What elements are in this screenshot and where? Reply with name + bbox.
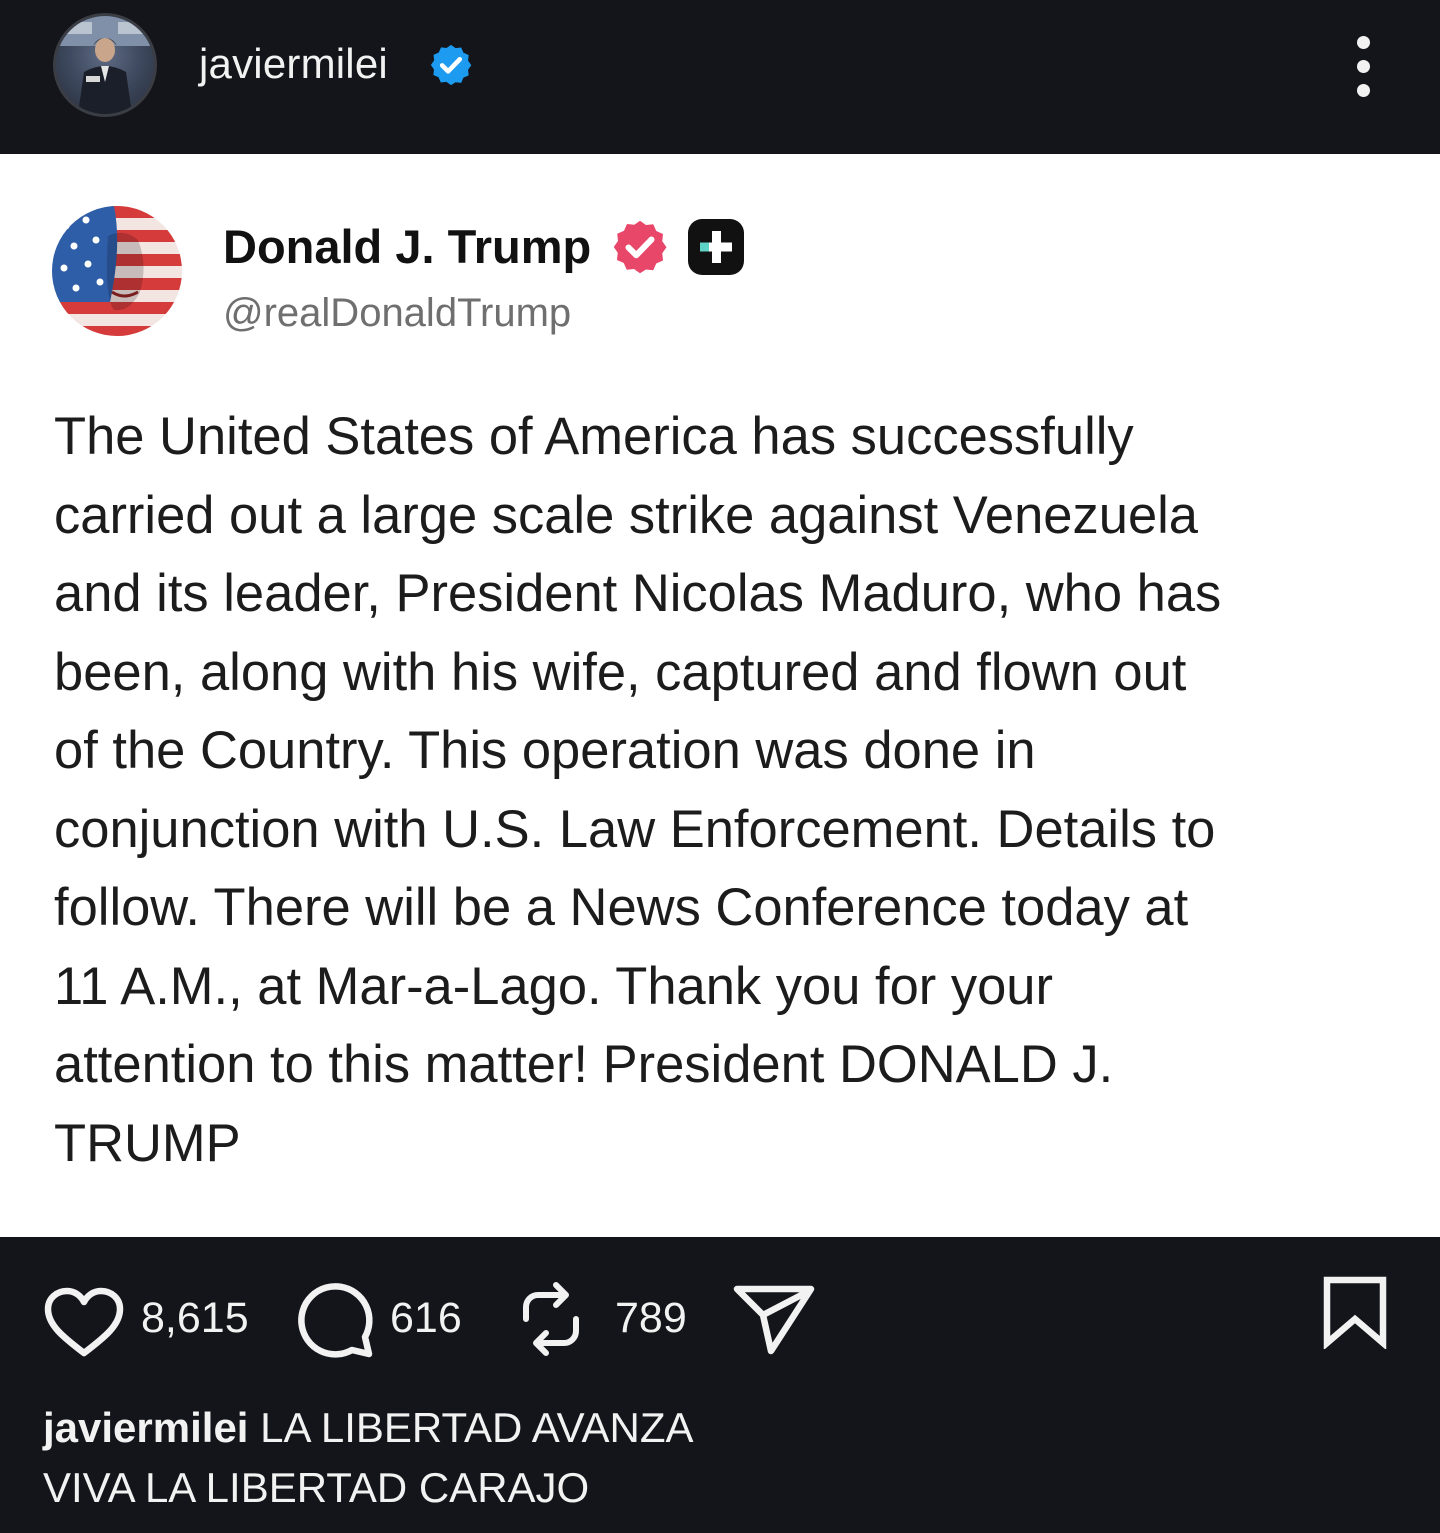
post-text-line: follow. There will be a News Conference … <box>54 878 1189 937</box>
more-vertical-icon <box>1356 36 1370 49</box>
caption: javiermilei LA LIBERTAD AVANZA VIVA LA L… <box>43 1398 694 1518</box>
post-text-line: been, along with his wife, captured and … <box>54 642 1187 702</box>
caption-username[interactable]: javiermilei <box>43 1404 248 1451</box>
like-count[interactable]: 8,615 <box>141 1293 249 1343</box>
comment-icon[interactable] <box>295 1280 375 1360</box>
more-dot <box>1356 84 1370 97</box>
verified-badge-icon <box>430 44 472 86</box>
avatar[interactable] <box>53 13 157 117</box>
post-text-line: of the Country. This operation was done … <box>54 721 1036 780</box>
header-username[interactable]: javiermilei <box>199 38 388 90</box>
post-text-line: and its leader, President Nicolas Maduro… <box>54 564 1222 623</box>
verified-badge-icon <box>613 220 667 274</box>
repost-icon[interactable] <box>518 1279 584 1359</box>
bookmark-icon[interactable] <box>1322 1275 1388 1349</box>
caption-line-1: javiermilei LA LIBERTAD AVANZA <box>43 1398 694 1458</box>
avatar-image <box>56 16 154 114</box>
author-avatar <box>52 206 182 336</box>
post-body: The United States of America has success… <box>54 398 1384 1183</box>
more-options-button[interactable] <box>1340 30 1386 100</box>
post-text-line: attention to this matter! President DONA… <box>54 1035 1114 1094</box>
author-handle: @realDonaldTrump <box>223 291 572 335</box>
post-text-line: conjunction with U.S. Law Enforcement. D… <box>54 799 1216 859</box>
author-name: Donald J. Trump <box>223 220 592 273</box>
instagram-post: javiermilei Donald J. Trump @realDonaldT… <box>0 0 1440 1533</box>
post-text-line: TRUMP <box>54 1113 241 1173</box>
caption-text: LA LIBERTAD AVANZA <box>260 1404 694 1451</box>
truth-social-plus-icon <box>688 219 745 275</box>
post-text-line: The United States of America has success… <box>54 407 1134 466</box>
repost-count[interactable]: 789 <box>615 1293 687 1343</box>
post-header: javiermilei <box>0 0 1440 154</box>
comment-count[interactable]: 616 <box>390 1293 462 1343</box>
caption-line-2: VIVA LA LIBERTAD CARAJO <box>43 1464 590 1511</box>
share-icon[interactable] <box>733 1283 815 1355</box>
more-dot <box>1356 60 1370 73</box>
heart-icon[interactable] <box>43 1287 125 1359</box>
post-text-line: carried out a large scale strike against… <box>54 485 1199 545</box>
post-text-line: 11 A.M., at Mar-a-Lago. Thank you for yo… <box>54 956 1053 1016</box>
author-row: Donald J. Trump <box>223 214 746 284</box>
post-image: Donald J. Trump @realDonaldTrump The Uni… <box>0 154 1440 1237</box>
